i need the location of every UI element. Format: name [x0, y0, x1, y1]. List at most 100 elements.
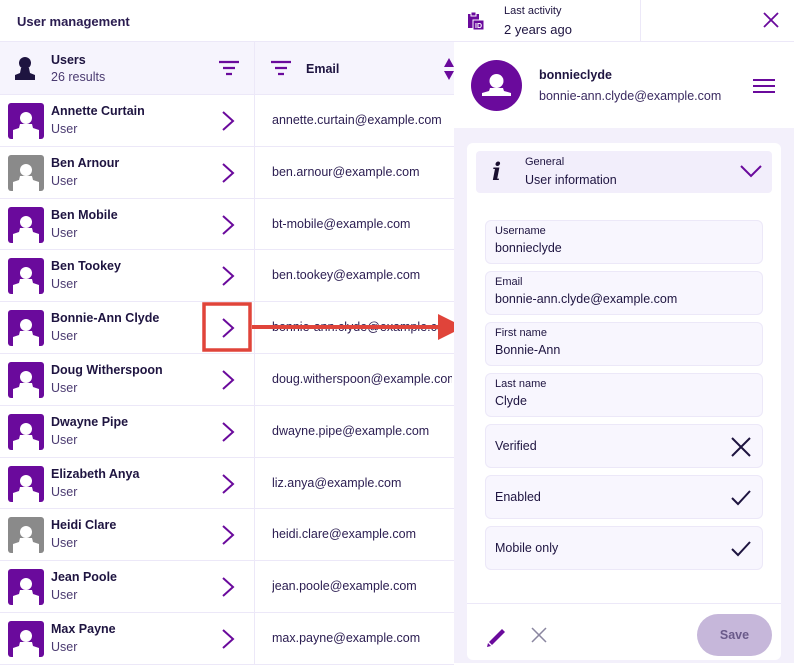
chevron-right-icon[interactable]: [220, 110, 236, 132]
avatar: [8, 517, 44, 554]
avatar: [8, 258, 44, 295]
cancel-icon[interactable]: [531, 627, 547, 643]
table-row[interactable]: Elizabeth Anya User liz.anya@example.com: [0, 457, 454, 510]
top-bar: User management ID Last activity 2 years…: [0, 0, 794, 42]
user-email: ben.tookey@example.com: [272, 268, 421, 283]
user-role: User: [51, 225, 78, 240]
user-name: Ben Tookey: [51, 259, 121, 274]
svg-text:ID: ID: [475, 23, 482, 30]
user-role: User: [51, 329, 78, 344]
field-last-name[interactable]: Last name Clyde: [485, 373, 763, 417]
user-name: Dwayne Pipe: [51, 414, 129, 429]
chevron-right-icon[interactable]: [220, 162, 236, 184]
sort-icon[interactable]: [444, 57, 454, 81]
toggle-label: Mobile only: [495, 541, 559, 555]
table-row[interactable]: Ben Tookey User ben.tookey@example.com: [0, 250, 454, 303]
hamburger-menu-icon[interactable]: [753, 78, 775, 94]
chevron-right-icon[interactable]: [220, 317, 236, 339]
table-row[interactable]: Bonnie-Ann Clyde User bonnie-ann.clyde@e…: [0, 302, 454, 354]
email-filter-icon[interactable]: [270, 60, 292, 76]
user-name: Elizabeth Anya: [51, 466, 140, 481]
user-name: Max Payne: [51, 621, 116, 636]
avatar: [8, 206, 44, 243]
user-email: doug.witherspoon@example.com: [272, 371, 452, 386]
user-role: User: [51, 122, 78, 136]
field-username[interactable]: Username bonnieclyde: [485, 220, 763, 264]
user-role: User: [51, 380, 78, 395]
chevron-right-icon[interactable]: [220, 265, 236, 287]
field-label: Username: [495, 225, 546, 237]
field-label: Last name: [495, 378, 547, 390]
card-footer: Save: [467, 603, 781, 660]
chevron-right-icon[interactable]: [220, 473, 236, 495]
user-email: bonnie-ann.clyde@example.com: [272, 320, 452, 335]
last-activity: ID Last activity 2 years ago: [454, 0, 641, 42]
table-row[interactable]: Doug Witherspoon User doug.witherspoon@e…: [0, 353, 454, 406]
user-role: User: [51, 173, 78, 188]
field-first-name[interactable]: First name Bonnie-Ann: [485, 322, 763, 366]
table-row[interactable]: Ben Mobile User bt-mobile@example.com: [0, 198, 454, 251]
field-value[interactable]: bonnieclyde: [495, 241, 562, 255]
table-row[interactable]: Dwayne Pipe User dwayne.pipe@example.com: [0, 405, 454, 458]
check-icon: [731, 541, 751, 557]
toggle-label: Enabled: [495, 490, 541, 504]
toggle-label: Verified: [495, 439, 537, 453]
chevron-right-icon[interactable]: [220, 524, 236, 546]
table-row[interactable]: Jean Poole User jean.poole@example.com: [0, 561, 454, 613]
filter-icon[interactable]: [218, 60, 240, 76]
avatar: [8, 361, 44, 398]
user-email: jean.poole@example.com: [272, 579, 417, 594]
user-detail-panel: bonnieclyde bonnie-ann.clyde@example.com…: [454, 42, 794, 663]
table-row[interactable]: Heidi Clare User heidi.clare@example.com: [0, 509, 454, 562]
user-role: User: [51, 588, 78, 603]
close-icon[interactable]: [762, 11, 780, 29]
list-header: Users 26 results Email: [0, 42, 454, 95]
user-name: Ben Mobile: [51, 207, 118, 222]
table-row[interactable]: Max Payne User max.payne@example.com: [0, 612, 454, 665]
toggle-mobile-only[interactable]: Mobile only: [485, 526, 763, 570]
save-button[interactable]: Save: [697, 614, 772, 656]
field-value[interactable]: Clyde: [495, 394, 527, 408]
user-name: Bonnie-Ann Clyde: [51, 311, 160, 326]
email-column-header[interactable]: Email: [306, 62, 339, 76]
user-role: User: [51, 277, 78, 292]
table-row[interactable]: Annette Curtain User annette.curtain@exa…: [0, 95, 454, 147]
avatar: [8, 154, 44, 191]
user-email: dwayne.pipe@example.com: [272, 423, 430, 438]
chevron-right-icon[interactable]: [220, 421, 236, 443]
section-label: General: [525, 156, 565, 168]
field-email[interactable]: Email bonnie-ann.clyde@example.com: [485, 271, 763, 315]
chevron-right-icon[interactable]: [220, 214, 236, 236]
user-info-card: i General User information Username bonni…: [467, 143, 781, 660]
clipboard-id-icon: ID: [468, 11, 485, 31]
user-icon: [15, 57, 35, 80]
section-title: User information: [525, 173, 617, 187]
user-name: Annette Curtain: [51, 104, 145, 118]
results-count: 26 results: [51, 70, 106, 84]
user-email: heidi.clare@example.com: [272, 527, 417, 542]
user-name: Doug Witherspoon: [51, 362, 163, 377]
avatar: [471, 60, 522, 111]
toggle-enabled[interactable]: Enabled: [485, 475, 763, 519]
chevron-right-icon[interactable]: [220, 628, 236, 650]
field-value[interactable]: bonnie-ann.clyde@example.com: [495, 292, 677, 306]
profile-header: bonnieclyde bonnie-ann.clyde@example.com: [454, 42, 794, 128]
toggle-verified[interactable]: Verified: [485, 424, 763, 468]
page-title: User management: [17, 14, 130, 29]
table-row[interactable]: Ben Arnour User ben.arnour@example.com: [0, 146, 454, 199]
profile-username: bonnieclyde: [539, 68, 612, 82]
section-general[interactable]: i General User information: [476, 151, 772, 193]
last-activity-label: Last activity: [504, 5, 562, 17]
chevron-right-icon[interactable]: [220, 576, 236, 598]
user-role: User: [51, 432, 78, 447]
avatar: [8, 620, 44, 657]
check-icon: [731, 490, 751, 506]
avatar: [8, 569, 44, 606]
last-activity-value: 2 years ago: [504, 22, 572, 37]
edit-pencil-icon[interactable]: [486, 625, 508, 647]
user-email: bt-mobile@example.com: [272, 216, 411, 231]
chevron-right-icon[interactable]: [220, 369, 236, 391]
field-value[interactable]: Bonnie-Ann: [495, 343, 560, 357]
user-email: ben.arnour@example.com: [272, 164, 420, 179]
chevron-down-icon: [740, 165, 762, 178]
